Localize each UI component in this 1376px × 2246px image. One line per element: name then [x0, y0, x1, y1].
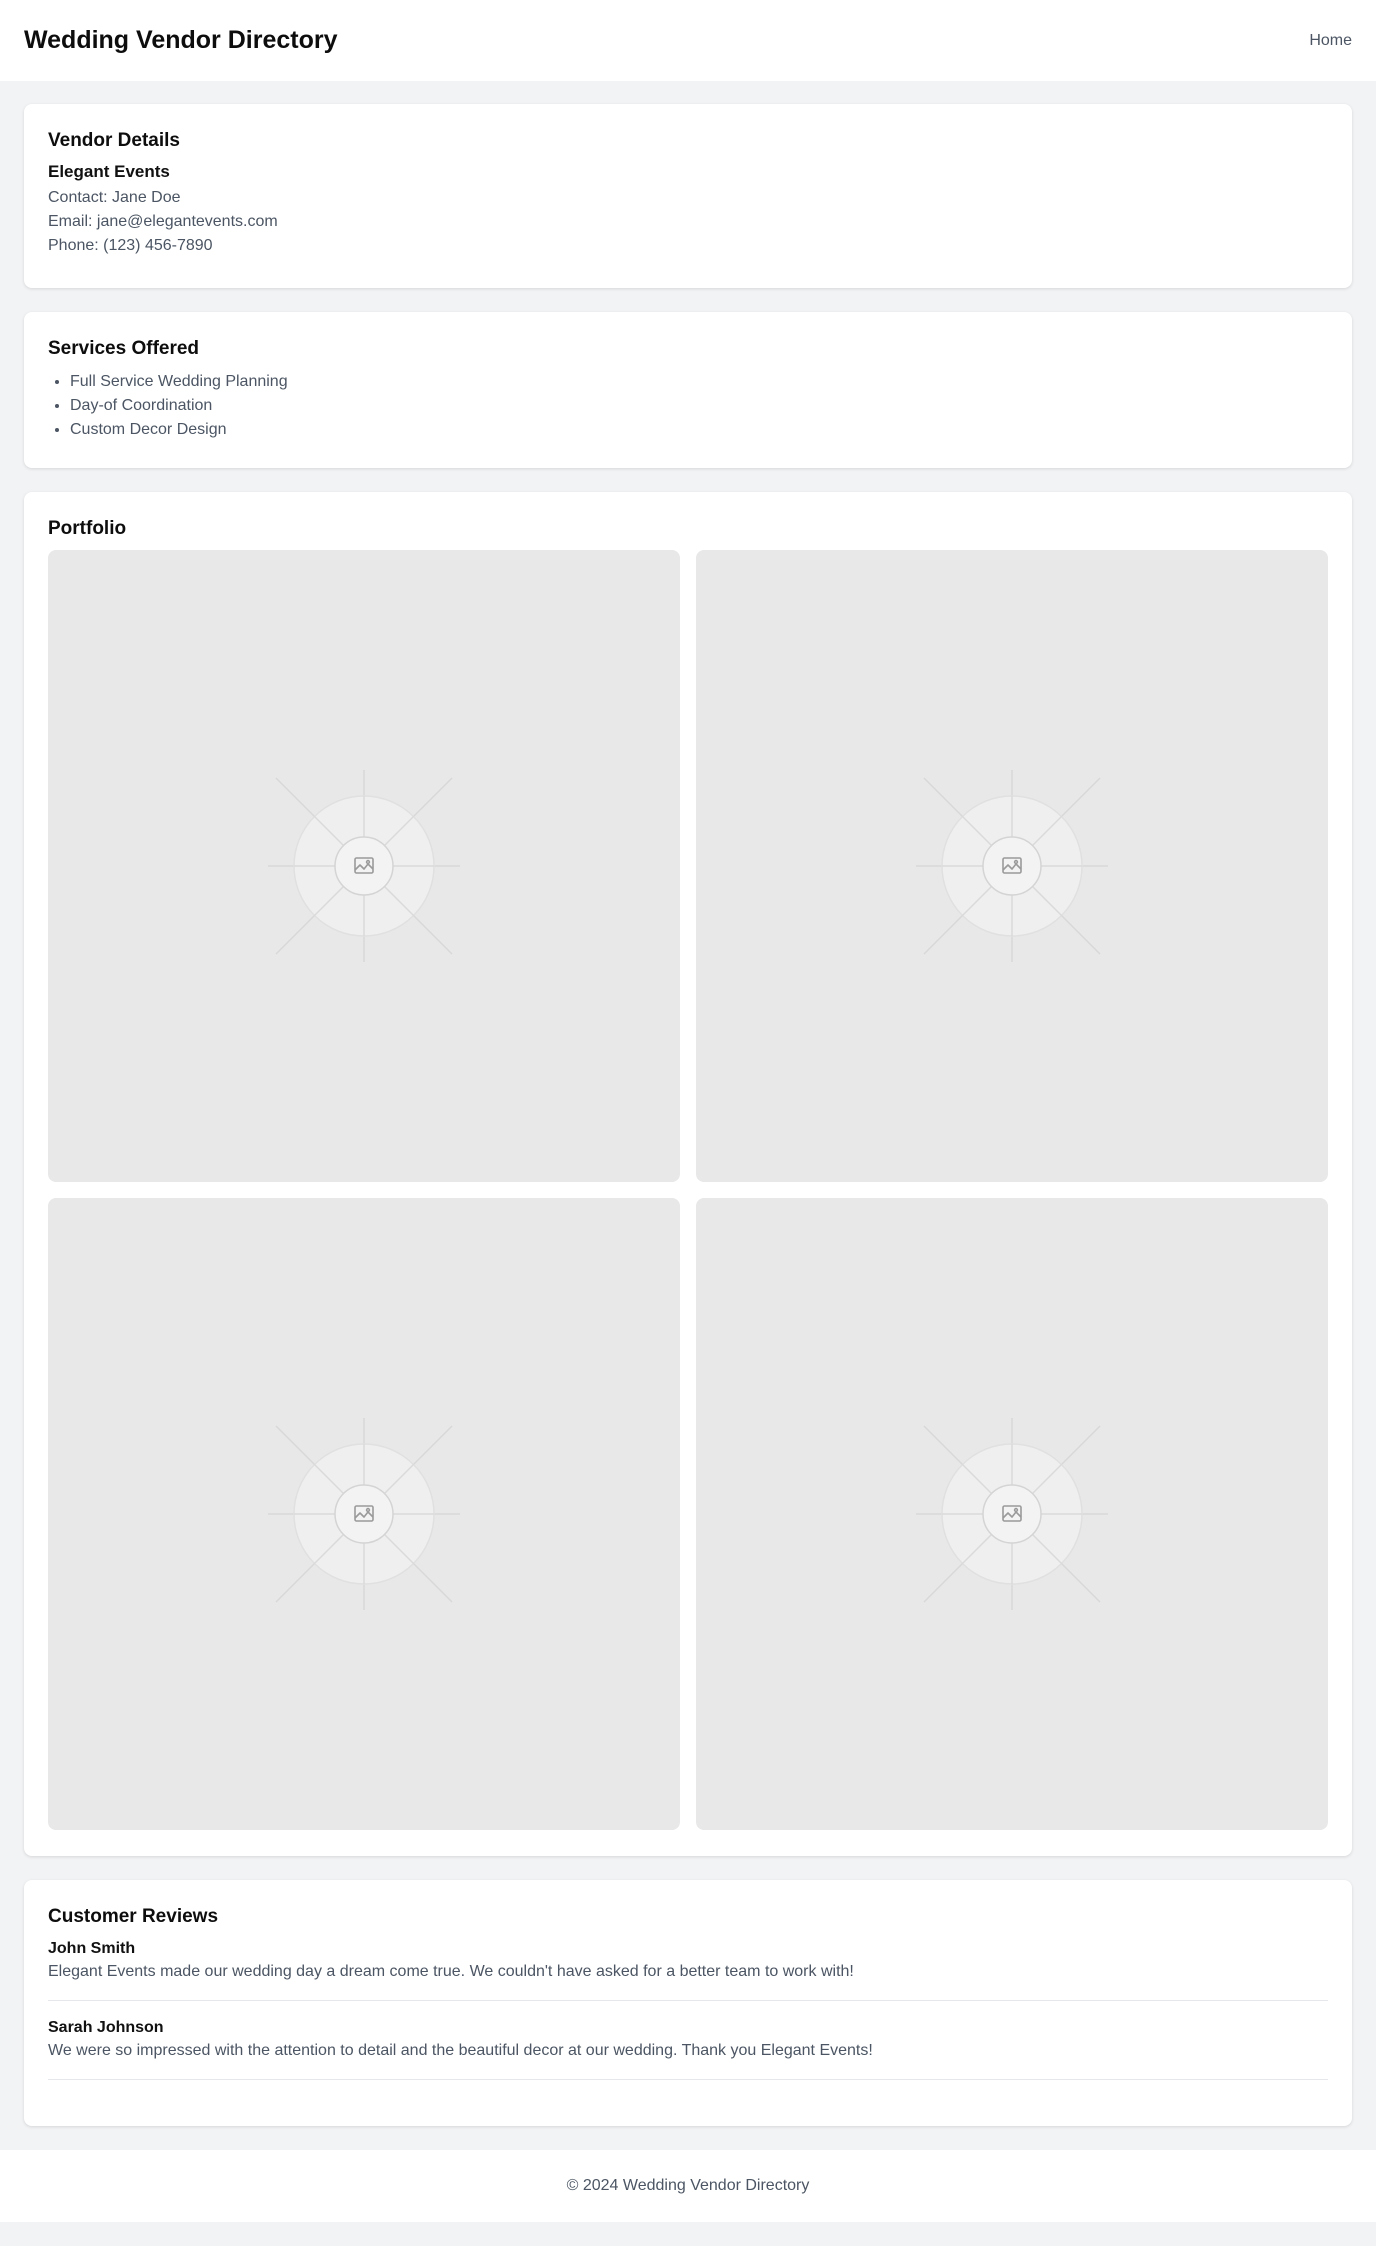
review-item: John Smith Elegant Events made our weddi… — [48, 1938, 1328, 2001]
site-header: Wedding Vendor Directory Home — [0, 0, 1376, 81]
portfolio-image[interactable] — [696, 1198, 1328, 1830]
portfolio-image[interactable] — [696, 550, 1328, 1182]
portfolio-card: Portfolio — [24, 492, 1352, 1856]
services-card: Services Offered Full Service Wedding Pl… — [24, 312, 1352, 468]
service-item: Day-of Coordination — [70, 394, 1328, 418]
vendor-email: Email: jane@elegantevents.com — [48, 213, 278, 230]
services-list: Full Service Wedding Planning Day-of Coo… — [48, 370, 1328, 442]
reviewer-name: John Smith — [48, 1940, 136, 1957]
nav-home-link[interactable]: Home — [1309, 32, 1352, 50]
footer-copyright: © 2024 Wedding Vendor Directory — [566, 2177, 810, 2194]
image-placeholder-icon — [264, 1414, 464, 1614]
review-text: Elegant Events made our wedding day a dr… — [48, 1963, 854, 1980]
portfolio-image[interactable] — [48, 1198, 680, 1830]
review-text: We were so impressed with the attention … — [48, 2042, 873, 2059]
services-heading: Services Offered — [48, 338, 200, 359]
service-item: Custom Decor Design — [70, 418, 1328, 442]
reviewer-name: Sarah Johnson — [48, 2019, 164, 2036]
review-item: Sarah Johnson We were so impressed with … — [48, 2017, 1328, 2080]
image-placeholder-icon — [912, 766, 1112, 966]
service-item: Full Service Wedding Planning — [70, 370, 1328, 394]
portfolio-heading: Portfolio — [48, 518, 127, 539]
portfolio-grid — [48, 550, 1328, 1830]
image-placeholder-icon — [912, 1414, 1112, 1614]
image-placeholder-icon — [264, 766, 464, 966]
vendor-phone: Phone: (123) 456-7890 — [48, 237, 213, 254]
vendor-details-heading: Vendor Details — [48, 130, 180, 151]
portfolio-image[interactable] — [48, 550, 680, 1182]
vendor-details-card: Vendor Details Elegant Events Contact: J… — [24, 104, 1352, 288]
site-footer: © 2024 Wedding Vendor Directory — [0, 2150, 1376, 2222]
main-content: Vendor Details Elegant Events Contact: J… — [0, 81, 1376, 2126]
reviews-heading: Customer Reviews — [48, 1906, 219, 1927]
site-title: Wedding Vendor Directory — [24, 26, 338, 54]
vendor-contact: Contact: Jane Doe — [48, 189, 181, 206]
reviews-card: Customer Reviews John Smith Elegant Even… — [24, 1880, 1352, 2126]
vendor-name: Elegant Events — [48, 162, 170, 181]
